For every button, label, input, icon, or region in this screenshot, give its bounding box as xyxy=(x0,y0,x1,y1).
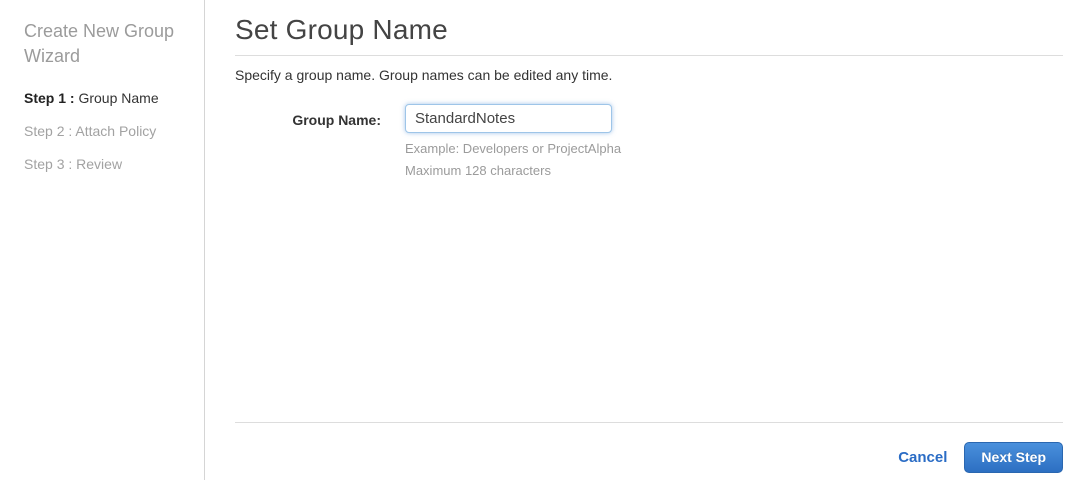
wizard-step-review[interactable]: Step 3 : Review xyxy=(24,157,186,171)
group-name-label: Group Name: xyxy=(292,112,381,128)
page-description: Specify a group name. Group names can be… xyxy=(235,67,613,83)
step-2-label: Attach Policy xyxy=(72,123,157,139)
step-3-prefix: Step 3 : xyxy=(24,156,73,172)
step-1-prefix: Step 1 : xyxy=(24,90,75,106)
wizard-footer: Cancel Next Step xyxy=(235,422,1063,480)
step-3-label: Review xyxy=(72,156,123,172)
group-name-input[interactable] xyxy=(405,104,612,133)
group-name-maxlength-hint: Maximum 128 characters xyxy=(405,163,551,178)
group-name-form-row: Group Name: Example: Developers or Proje… xyxy=(235,104,1063,179)
wizard-main-panel: Set Group Name Specify a group name. Gro… xyxy=(205,0,1073,480)
group-name-example-hint: Example: Developers or ProjectAlpha xyxy=(405,141,622,156)
wizard-step-group-name[interactable]: Step 1 : Group Name xyxy=(24,91,186,105)
create-group-wizard-window: Create New Group Wizard Step 1 : Group N… xyxy=(0,0,1073,480)
step-1-label: Group Name xyxy=(74,90,159,106)
wizard-sidebar: Create New Group Wizard Step 1 : Group N… xyxy=(0,0,205,480)
wizard-steps-list: Step 1 : Group Name Step 2 : Attach Poli… xyxy=(24,91,186,171)
cancel-button[interactable]: Cancel xyxy=(898,449,947,466)
step-2-prefix: Step 2 : xyxy=(24,123,73,139)
wizard-title: Create New Group Wizard xyxy=(24,21,175,66)
page-title: Set Group Name xyxy=(235,14,448,45)
next-step-button[interactable]: Next Step xyxy=(964,442,1063,473)
title-divider xyxy=(235,55,1063,56)
wizard-step-attach-policy[interactable]: Step 2 : Attach Policy xyxy=(24,124,186,138)
group-name-field-column: Example: Developers or ProjectAlpha Maxi… xyxy=(405,104,621,179)
